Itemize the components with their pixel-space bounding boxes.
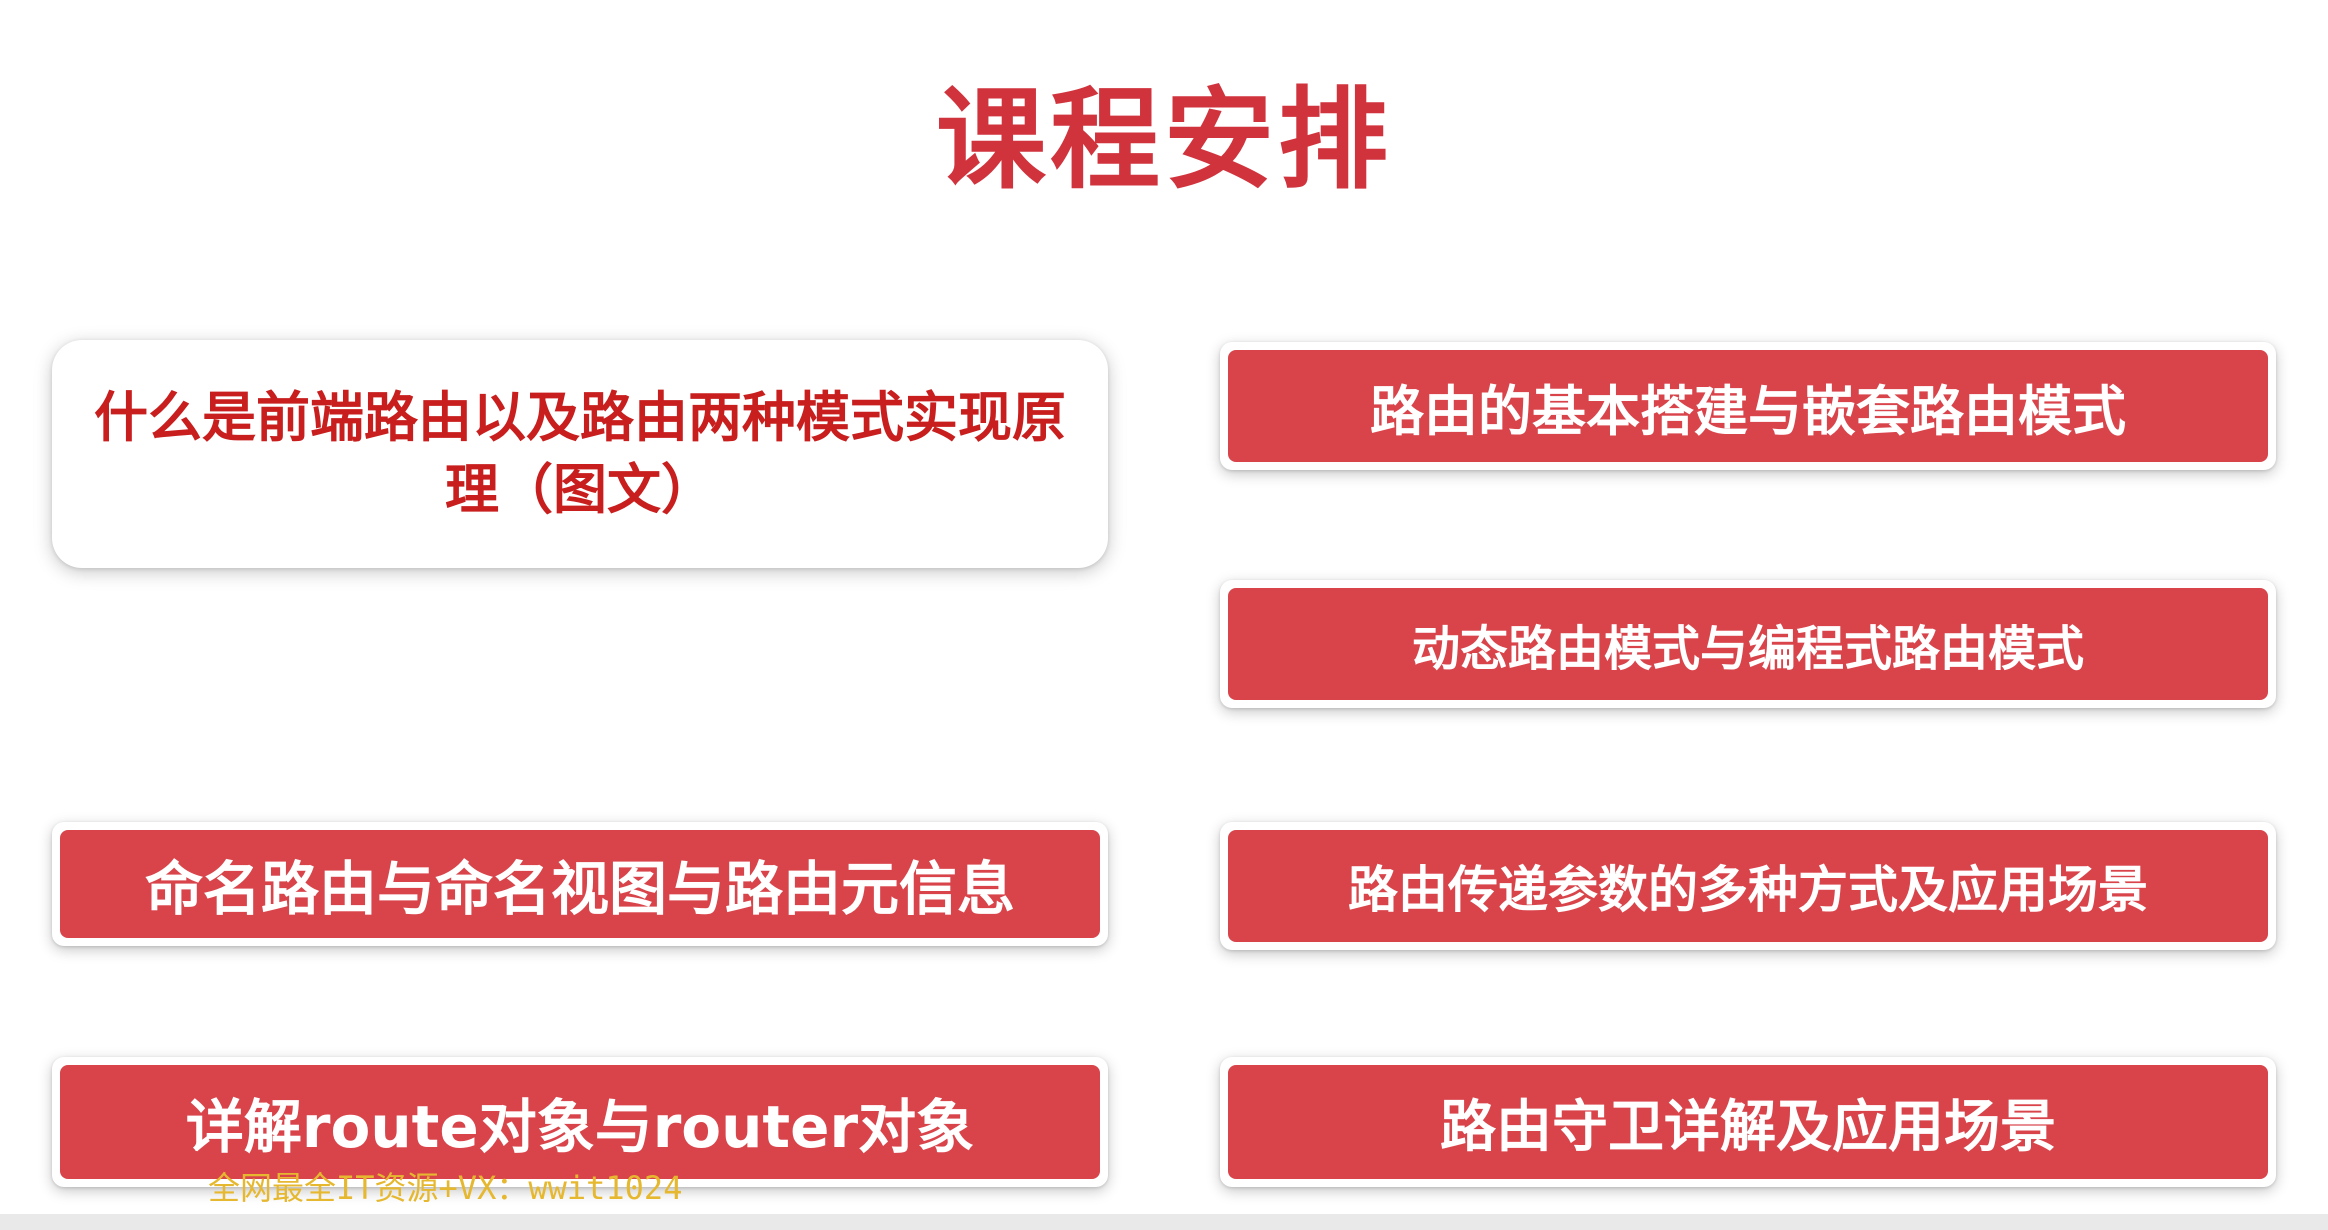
course-item-label: 路由传递参数的多种方式及应用场景 — [1348, 861, 2148, 919]
course-item-dynamic-programmatic[interactable]: 动态路由模式与编程式路由模式 — [1220, 580, 2276, 708]
watermark-text: 全网最全IT资源+VX：wwit1024 — [208, 1169, 683, 1207]
course-item-box: 动态路由模式与编程式路由模式 — [1228, 588, 2268, 700]
course-item-label: 路由的基本搭建与嵌套路由模式 — [1370, 379, 2126, 443]
course-item-basic-nested-routes[interactable]: 路由的基本搭建与嵌套路由模式 — [1220, 342, 2276, 470]
course-item-route-guards[interactable]: 路由守卫详解及应用场景 — [1220, 1057, 2276, 1187]
course-item-label: 命名路由与命名视图与路由元信息 — [144, 855, 1015, 923]
course-item-box: 路由守卫详解及应用场景 — [1228, 1065, 2268, 1179]
course-item-label: 详解route对象与router对象 — [185, 1093, 975, 1161]
course-item-label: 什么是前端路由以及路由两种模式实现原理（图文） — [94, 386, 1066, 521]
slide-title: 课程安排 — [936, 76, 1392, 204]
course-item-box: 详解route对象与router对象 — [60, 1065, 1100, 1179]
course-item-box: 路由传递参数的多种方式及应用场景 — [1228, 830, 2268, 942]
course-item-routing-principles[interactable]: 什么是前端路由以及路由两种模式实现原理（图文） — [52, 340, 1108, 568]
bottom-divider — [0, 1214, 2328, 1230]
course-item-named-routes[interactable]: 命名路由与命名视图与路由元信息 — [52, 822, 1108, 946]
course-item-label: 路由守卫详解及应用场景 — [1440, 1094, 2056, 1160]
course-item-box: 命名路由与命名视图与路由元信息 — [60, 830, 1100, 938]
course-item-box: 路由的基本搭建与嵌套路由模式 — [1228, 350, 2268, 462]
course-item-route-params[interactable]: 路由传递参数的多种方式及应用场景 — [1220, 822, 2276, 950]
course-item-label: 动态路由模式与编程式路由模式 — [1411, 621, 2084, 677]
